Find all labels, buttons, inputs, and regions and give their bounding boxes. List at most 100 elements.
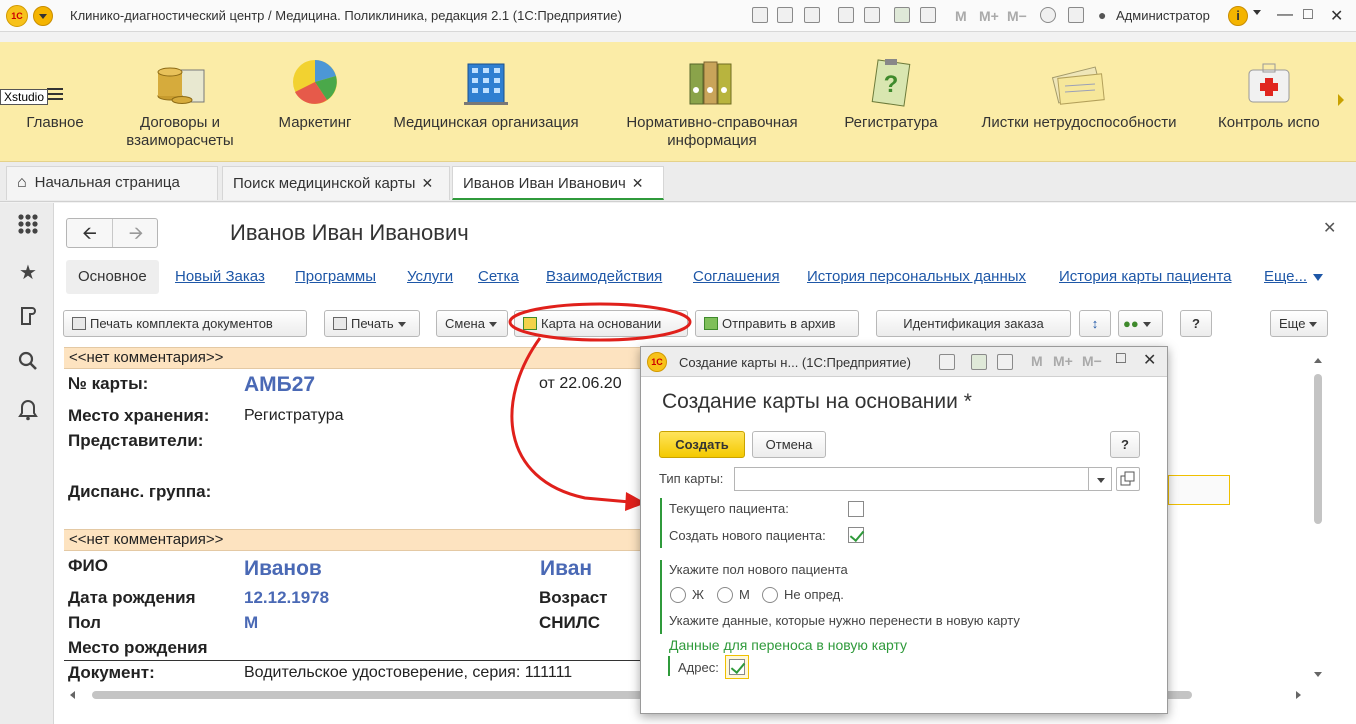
sex-male-radio[interactable] — [717, 587, 733, 603]
tab-programs[interactable]: Программы — [295, 268, 376, 285]
create-button[interactable]: Создать — [659, 431, 745, 458]
tab-interactions[interactable]: Взаимодействия — [546, 268, 662, 285]
scroll-right-icon[interactable] — [1296, 691, 1301, 699]
memory-plus-button[interactable]: M+ — [1053, 353, 1073, 369]
open-item-icon[interactable] — [1116, 467, 1140, 491]
info-icon[interactable]: i — [1228, 6, 1248, 26]
dropdown-caret-icon — [397, 322, 406, 328]
print-icon[interactable] — [777, 7, 793, 23]
print-button[interactable]: Печать — [324, 310, 420, 337]
minimize-button[interactable]: — — [1277, 6, 1293, 24]
calendar-icon[interactable] — [920, 7, 936, 23]
memory-minus-button[interactable]: M− — [1082, 353, 1102, 369]
card-type-input[interactable] — [734, 467, 1112, 491]
vertical-scrollbar[interactable] — [1312, 350, 1324, 680]
search-icon[interactable] — [16, 351, 40, 375]
section-sick-leaves[interactable]: Листки нетрудоспособности — [966, 42, 1192, 162]
storage-value[interactable]: Регистратура — [244, 407, 344, 425]
sex-label: Пол — [68, 613, 101, 632]
scroll-left-icon[interactable] — [70, 691, 75, 699]
apps-grid-icon[interactable] — [16, 213, 40, 237]
section-registry[interactable]: ? Регистратура — [830, 42, 952, 162]
card-based-on-button[interactable]: Карта на основании — [514, 310, 688, 337]
zoom-icon[interactable] — [1040, 7, 1056, 23]
section-medical-org[interactable]: Медицинская организация — [380, 42, 592, 162]
history-icon[interactable] — [16, 305, 40, 329]
memory-minus-button[interactable]: M− — [1007, 8, 1027, 24]
scrollbar-thumb[interactable] — [1314, 374, 1322, 524]
calculator-icon[interactable] — [894, 7, 910, 23]
close-tab-icon[interactable]: ✕ — [421, 175, 433, 191]
person-sort-button[interactable]: ↕ — [1079, 310, 1111, 337]
order-identification-button[interactable]: Идентификация заказа — [876, 310, 1071, 337]
current-patient-checkbox[interactable] — [848, 501, 864, 517]
section-marketing[interactable]: Маркетинг — [260, 42, 370, 162]
section-reference[interactable]: Нормативно-справочная информация — [602, 42, 822, 162]
memory-m-button[interactable]: M — [1031, 353, 1043, 369]
sex-option-label: Ж — [692, 587, 705, 602]
tab-agreements[interactable]: Соглашения — [693, 268, 780, 285]
user-name[interactable]: Администратор — [1116, 8, 1210, 23]
memory-m-button[interactable]: M — [955, 8, 967, 24]
tab-new-order[interactable]: Новый Заказ — [175, 268, 265, 285]
memory-plus-button[interactable]: M+ — [979, 8, 999, 24]
section-contracts[interactable]: Договоры и взаиморасчеты — [110, 42, 250, 162]
tab-personal-data-history[interactable]: История персональных данных — [807, 268, 1026, 285]
overlay-label: Xstudio — [0, 89, 49, 105]
info-dropdown-icon[interactable] — [1253, 10, 1261, 15]
section-scroll-right-icon[interactable] — [1338, 94, 1344, 106]
new-patient-checkbox[interactable] — [848, 527, 864, 543]
back-arrow-icon[interactable]: 🡨 — [67, 219, 113, 247]
more-actions-button[interactable]: Еще — [1270, 310, 1328, 337]
more-tabs-dropdown-icon[interactable] — [1313, 274, 1323, 281]
users-menu-button[interactable]: ●● — [1118, 310, 1163, 337]
sex-option-label: Не опред. — [784, 587, 844, 602]
printer-icon[interactable] — [939, 354, 955, 370]
tab-more[interactable]: Еще... — [1264, 268, 1307, 285]
forward-arrow-icon[interactable]: 🡪 — [113, 219, 159, 247]
dispensary-group-label: Диспанс. группа: — [68, 482, 212, 501]
comment-bar-card[interactable]: <<нет комментария>> — [64, 347, 644, 369]
close-button[interactable]: ✕ — [1330, 6, 1343, 26]
tab-card-history[interactable]: История карты пациента — [1059, 268, 1232, 285]
tab-grid[interactable]: Сетка — [478, 268, 519, 285]
comment-bar-patient[interactable]: <<нет комментария>> — [64, 529, 644, 551]
preview-icon[interactable] — [804, 7, 820, 23]
card-date-value: от 22.06.20 — [539, 375, 622, 392]
print-set-button[interactable]: Печать комплекта документов — [63, 310, 307, 337]
transfer-group-title[interactable]: Данные для переноса в новую карту — [669, 637, 907, 653]
dialog-close-button[interactable]: ✕ — [1143, 350, 1156, 370]
close-form-icon[interactable]: ✕ — [1323, 218, 1336, 238]
tab-main[interactable]: Основное — [66, 260, 159, 294]
tab-home[interactable]: ⌂ Начальная страница — [6, 166, 218, 200]
card-number-value[interactable]: АМБ27 — [244, 373, 315, 397]
favorites-star-icon[interactable]: ★ — [16, 261, 40, 285]
sex-undefined-radio[interactable] — [762, 587, 778, 603]
send-archive-button[interactable]: Отправить в архив — [695, 310, 859, 337]
section-control[interactable]: Контроль испо — [1206, 42, 1332, 162]
close-tab-icon[interactable]: ✕ — [632, 175, 644, 191]
printer-icon[interactable] — [864, 7, 880, 23]
calculator-icon[interactable] — [971, 354, 987, 370]
dialog-help-button[interactable]: ? — [1110, 431, 1140, 458]
save-icon[interactable] — [752, 7, 768, 23]
maximize-button[interactable]: □ — [1303, 6, 1313, 24]
card-type-dropdown-button[interactable] — [1088, 467, 1112, 491]
dialog-maximize-button[interactable]: □ — [1116, 350, 1126, 368]
change-button[interactable]: Смена — [436, 310, 508, 337]
sex-female-radio[interactable] — [670, 587, 686, 603]
tab-services[interactable]: Услуги — [407, 268, 453, 285]
main-menu-button[interactable] — [33, 6, 53, 26]
notifications-bell-icon[interactable] — [16, 399, 40, 423]
address-checkbox[interactable] — [729, 659, 745, 675]
scroll-down-icon[interactable] — [1314, 672, 1322, 677]
calendar-icon[interactable] — [997, 354, 1013, 370]
panel-layout-icon[interactable] — [1068, 7, 1084, 23]
scroll-up-icon[interactable] — [1314, 358, 1322, 363]
cancel-button[interactable]: Отмена — [752, 431, 826, 458]
help-button[interactable]: ? — [1180, 310, 1212, 337]
link-icon[interactable] — [838, 7, 854, 23]
pie-chart-icon — [287, 56, 343, 108]
tab-patient[interactable]: Иванов Иван Иванович ✕ — [452, 166, 664, 200]
tab-search-card[interactable]: Поиск медицинской карты ✕ — [222, 166, 450, 200]
